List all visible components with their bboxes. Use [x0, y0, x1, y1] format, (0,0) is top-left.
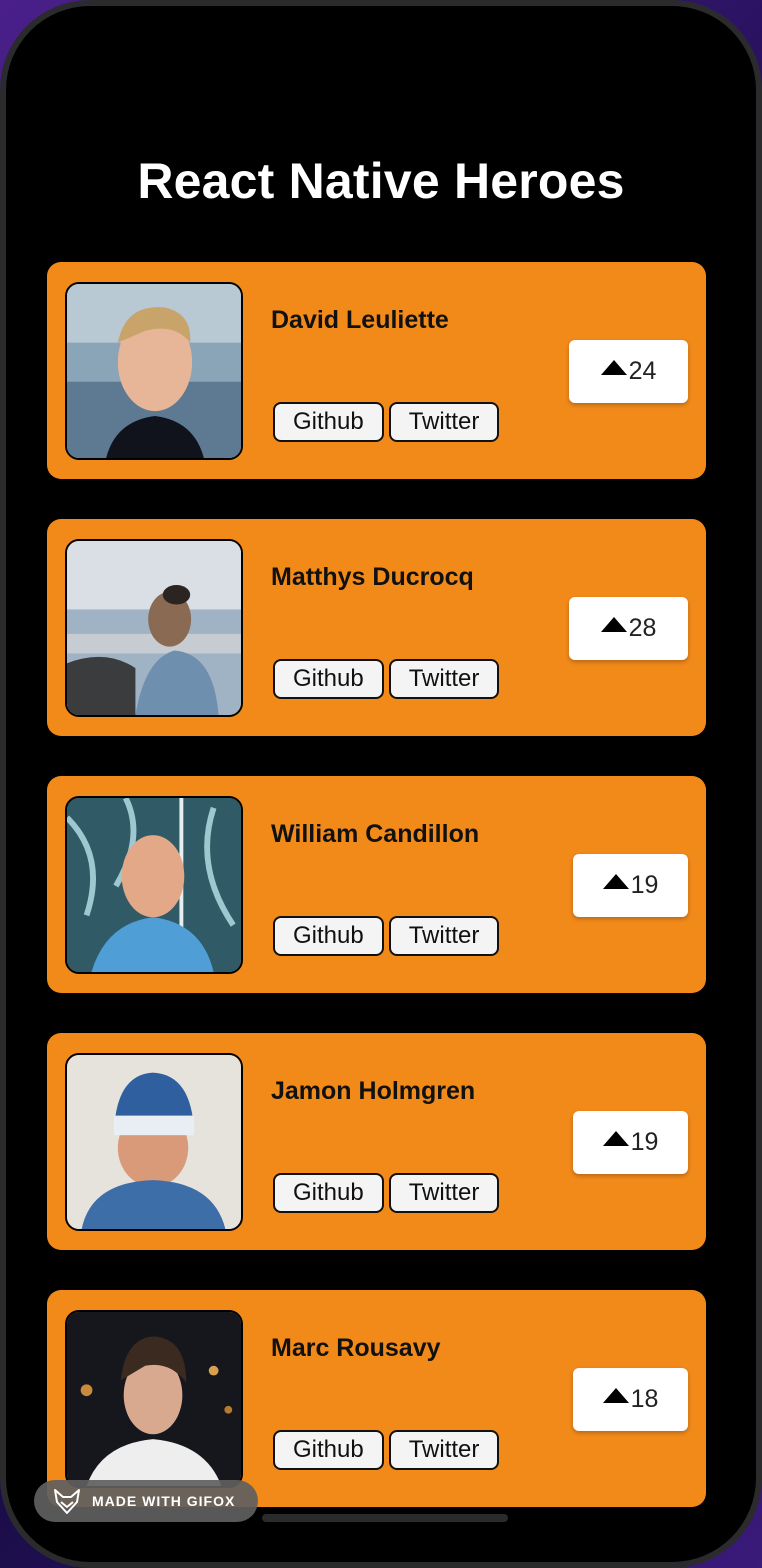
hero-card: Jamon Holmgren Github Twitter 19	[47, 1033, 706, 1250]
hero-name: Jamon Holmgren	[271, 1077, 476, 1105]
hero-name: Matthys Ducrocq	[271, 563, 474, 591]
triangle-up-icon	[600, 360, 627, 375]
hero-card: William Candillon Github Twitter 19	[47, 776, 706, 993]
avatar	[65, 1310, 243, 1488]
twitter-button[interactable]: Twitter	[388, 1430, 500, 1470]
github-button[interactable]: Github	[273, 402, 384, 442]
github-button[interactable]: Github	[273, 1173, 384, 1213]
upvote-button[interactable]: 18	[573, 1368, 688, 1431]
github-button[interactable]: Github	[273, 1430, 384, 1470]
upvote-button[interactable]: 28	[569, 597, 688, 660]
twitter-button[interactable]: Twitter	[388, 659, 500, 699]
triangle-up-icon	[602, 874, 629, 889]
link-group: Github Twitter	[273, 659, 500, 699]
github-button[interactable]: Github	[273, 916, 384, 956]
screen: React Native Heroes David Leuliette Gith…	[6, 6, 756, 1562]
upvote-button[interactable]: 19	[573, 854, 688, 917]
link-group: Github Twitter	[273, 916, 500, 956]
home-indicator	[262, 1514, 508, 1522]
hero-name: David Leuliette	[271, 306, 449, 334]
hero-card: Matthys Ducrocq Github Twitter 28	[47, 519, 706, 736]
vote-count: 19	[630, 871, 659, 899]
phone-frame: React Native Heroes David Leuliette Gith…	[0, 0, 762, 1568]
twitter-button[interactable]: Twitter	[388, 402, 500, 442]
link-group: Github Twitter	[273, 402, 500, 442]
hero-name: Marc Rousavy	[271, 1334, 441, 1362]
avatar	[65, 796, 243, 974]
triangle-up-icon	[602, 1131, 629, 1146]
page-title: React Native Heroes	[137, 153, 625, 209]
link-group: Github Twitter	[273, 1173, 500, 1213]
hero-name: William Candillon	[271, 820, 480, 848]
vote-count: 24	[628, 357, 657, 385]
link-group: Github Twitter	[273, 1430, 500, 1470]
vote-count: 19	[630, 1128, 659, 1156]
watermark-text: MADE WITH GIFOX	[92, 1493, 236, 1509]
hero-card: Marc Rousavy Github Twitter 18	[47, 1290, 706, 1507]
fox-logo-icon	[54, 1489, 80, 1514]
avatar	[65, 282, 243, 460]
upvote-button[interactable]: 24	[569, 340, 688, 403]
vote-count: 18	[630, 1385, 659, 1413]
twitter-button[interactable]: Twitter	[388, 916, 500, 956]
triangle-up-icon	[600, 617, 627, 632]
avatar	[65, 539, 243, 717]
hero-card: David Leuliette Github Twitter 24	[47, 262, 706, 479]
twitter-button[interactable]: Twitter	[388, 1173, 500, 1213]
triangle-up-icon	[602, 1388, 629, 1403]
gifox-watermark: MADE WITH GIFOX	[34, 1480, 258, 1522]
github-button[interactable]: Github	[273, 659, 384, 699]
vote-count: 28	[628, 614, 657, 642]
avatar	[65, 1053, 243, 1231]
upvote-button[interactable]: 19	[573, 1111, 688, 1174]
